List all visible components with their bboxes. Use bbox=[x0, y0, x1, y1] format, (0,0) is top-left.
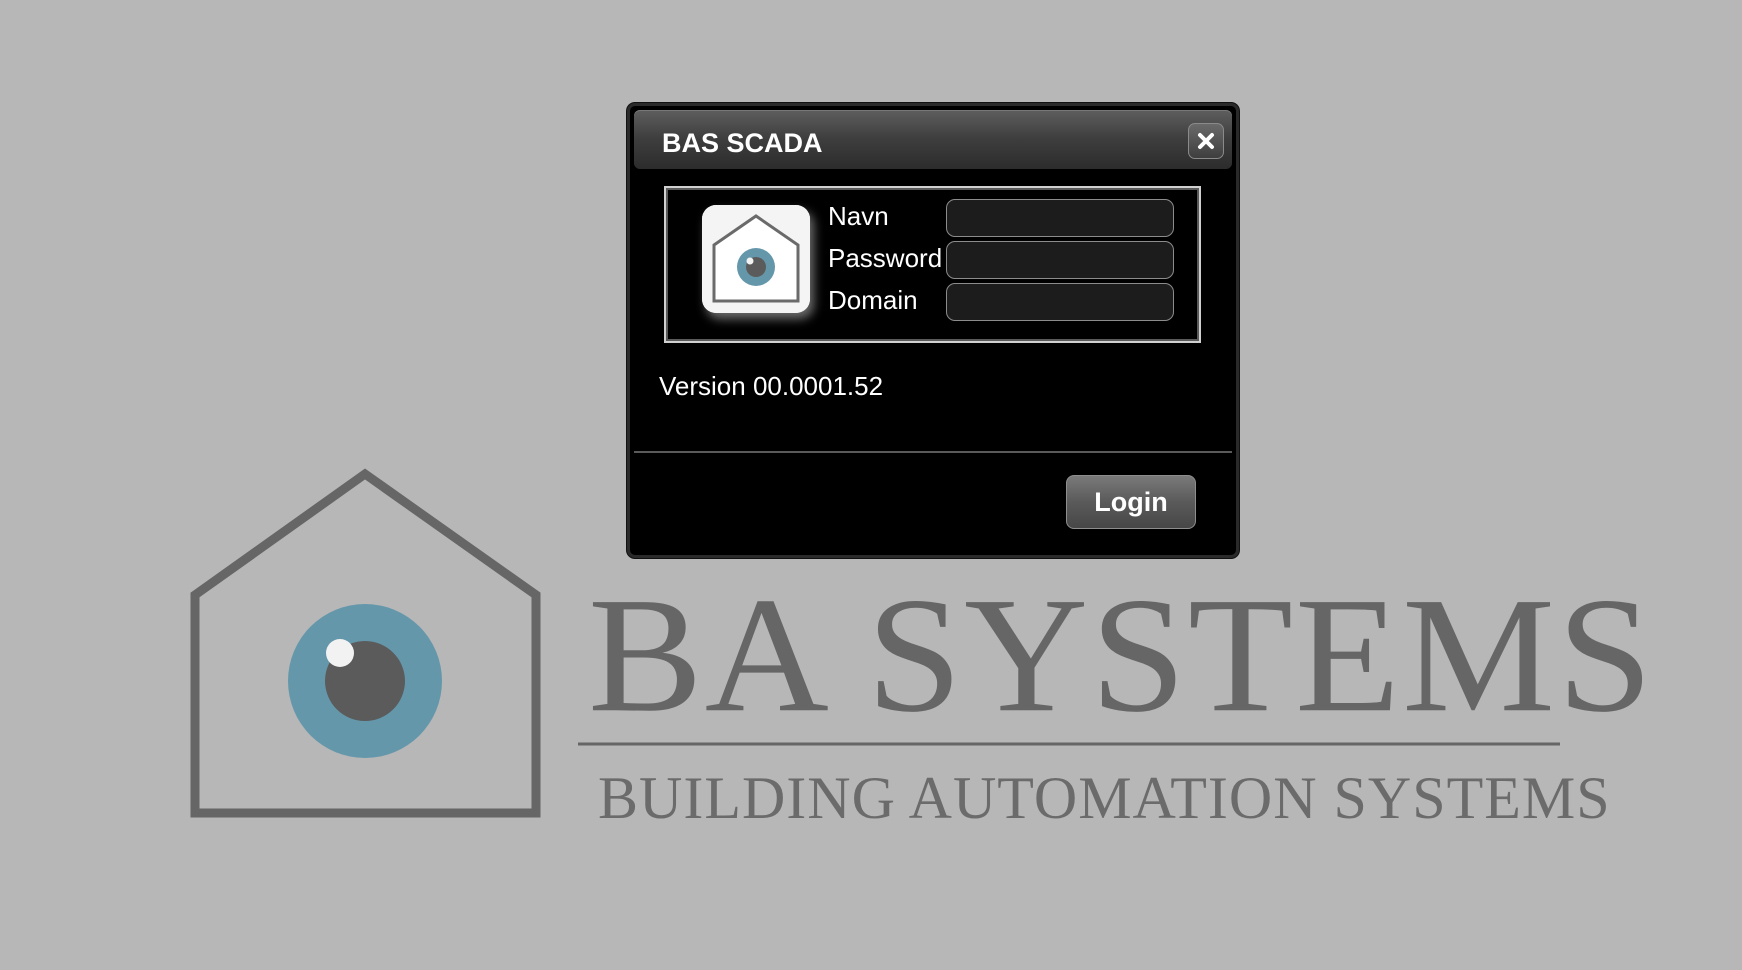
version-text: Version 00.0001.52 bbox=[659, 371, 884, 401]
domain-label: Domain bbox=[828, 285, 918, 315]
footer-divider bbox=[634, 451, 1232, 453]
password-input[interactable] bbox=[946, 241, 1174, 279]
login-dialog: BAS SCADA Navn Password Domain Version 0… bbox=[627, 103, 1239, 558]
logo-wordmark: BA SYSTEMS bbox=[588, 564, 1655, 747]
close-icon bbox=[1198, 133, 1214, 149]
password-label: Password bbox=[828, 243, 943, 273]
logo-tagline: BUILDING AUTOMATION SYSTEMS bbox=[598, 765, 1611, 831]
close-button[interactable] bbox=[1188, 123, 1224, 159]
username-input[interactable] bbox=[946, 199, 1174, 237]
domain-input[interactable] bbox=[946, 283, 1174, 321]
dialog-title: BAS SCADA bbox=[662, 128, 823, 158]
login-button[interactable]: Login bbox=[1066, 475, 1196, 529]
house-eye-icon bbox=[702, 205, 810, 313]
username-label: Navn bbox=[828, 201, 889, 231]
credentials-panel: Navn Password Domain bbox=[664, 186, 1201, 343]
dialog-titlebar: BAS SCADA bbox=[634, 110, 1232, 169]
